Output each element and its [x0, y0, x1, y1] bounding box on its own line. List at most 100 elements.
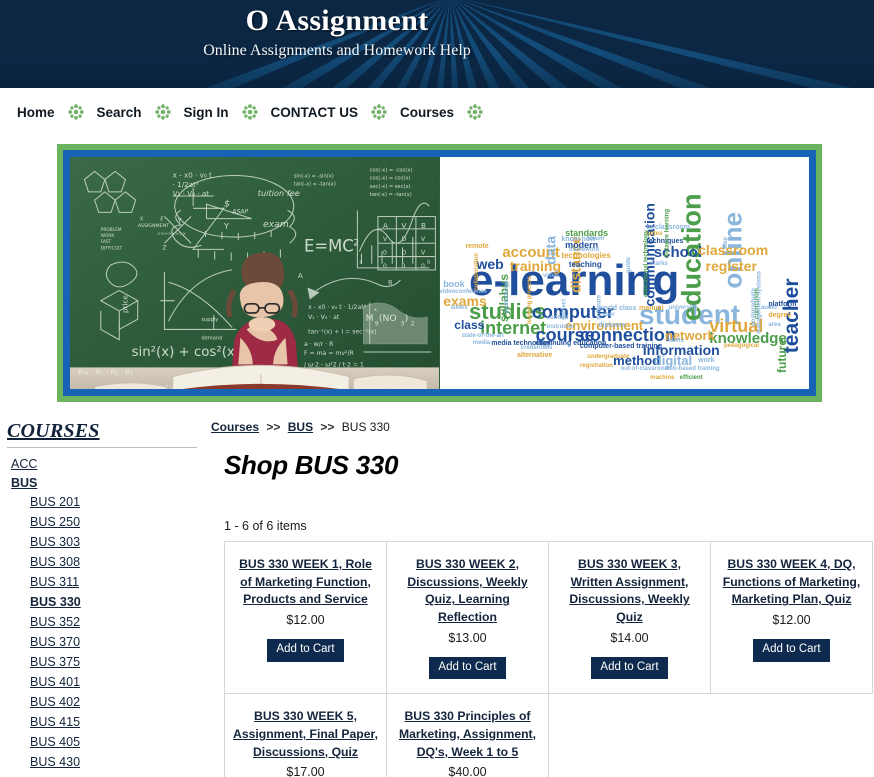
- add-to-cart-button[interactable]: Add to Cart: [429, 656, 506, 680]
- word-cloud-term: computer-based training: [579, 342, 662, 350]
- sidebar-item-bus-311[interactable]: BUS 311: [30, 575, 79, 589]
- svg-text:/ ω·2 - ω²2 / t·2 = 1: / ω·2 - ω²2 / t·2 = 1: [304, 361, 364, 368]
- add-to-cart-button[interactable]: Add to Cart: [267, 639, 344, 662]
- svg-text:R₁₄ · R₁ · R₂ · R₃ · · · ·: R₁₄ · R₁ · R₂ · R₃ · · · ·: [78, 368, 151, 377]
- breadcrumb-bus[interactable]: BUS: [288, 420, 313, 434]
- word-cloud-term: technology: [504, 280, 511, 313]
- word-cloud-term: audio: [760, 305, 777, 312]
- svg-text:cos(-x) = cos(x): cos(-x) = cos(x): [370, 176, 411, 182]
- sidebar-item-bus-405[interactable]: BUS 405: [30, 735, 80, 749]
- nav-item-contact-us[interactable]: CONTACT US: [262, 105, 368, 120]
- word-cloud-term: forum: [587, 235, 605, 242]
- breadcrumb-courses[interactable]: Courses: [211, 420, 259, 434]
- word-cloud-term: user: [602, 312, 615, 319]
- sidebar-item-bus-402[interactable]: BUS 402: [30, 695, 80, 709]
- product-grid: BUS 330 WEEK 1, Role of Marketing Functi…: [224, 541, 873, 777]
- flower-icon: [465, 102, 485, 122]
- courses-sidebar: COURSES ACC BUS BUS 201 BUS 250 BUS 303 BUS…: [0, 420, 205, 777]
- product-price: $17.00: [286, 765, 325, 777]
- svg-text:supply: supply: [201, 317, 218, 323]
- sidebar-title: COURSES: [7, 420, 100, 442]
- svg-text:±: ±: [374, 307, 377, 312]
- word-cloud-term: work: [698, 356, 715, 364]
- svg-text:O: O: [402, 250, 407, 257]
- svg-text:sin(-x) = -sin(x): sin(-x) = -sin(x): [294, 174, 334, 180]
- add-to-cart-button[interactable]: Add to Cart: [591, 656, 668, 680]
- add-to-cart-button[interactable]: Add to Cart: [753, 639, 830, 662]
- word-cloud-term: marks: [650, 261, 668, 268]
- svg-text:b: b: [427, 260, 430, 266]
- svg-text:Z: Z: [162, 244, 166, 251]
- svg-text:B: B: [421, 221, 426, 230]
- svg-text:tan⁻¹(x) + I = sec⁻¹(x): tan⁻¹(x) + I = sec⁻¹(x): [308, 329, 377, 336]
- sidebar-item-bus-352[interactable]: BUS 352: [30, 615, 80, 629]
- product-title-link[interactable]: BUS 330 WEEK 3, Written Assignment, Disc…: [557, 556, 702, 627]
- nav-item-sign-in[interactable]: Sign In: [175, 105, 238, 120]
- sidebar-category-acc[interactable]: ACC: [11, 457, 37, 471]
- word-cloud-term: machine: [650, 375, 675, 382]
- sidebar-item-bus-375[interactable]: BUS 375: [30, 655, 80, 669]
- sidebar-item-bus-370[interactable]: BUS 370: [30, 635, 80, 649]
- nav-item-home[interactable]: Home: [8, 105, 64, 120]
- hero-banner-inner-frame: x - x0 · v₀ t · 1/2at² V₁ · V₀ · at sin(…: [63, 150, 816, 396]
- word-cloud-term: remote: [465, 242, 489, 250]
- svg-text:0: 0: [402, 263, 406, 270]
- word-cloud-term: videoconference: [439, 289, 488, 296]
- word-cloud-term: learning process: [527, 276, 534, 325]
- svg-text:(NO: (NO: [379, 313, 397, 324]
- svg-text:sec(-x) = sec(x): sec(-x) = sec(x): [370, 184, 411, 190]
- product-title-link[interactable]: BUS 330 WEEK 2, Discussions, Weekly Quiz…: [395, 556, 540, 627]
- breadcrumb-current: BUS 330: [341, 420, 390, 434]
- word-cloud-term: register: [705, 258, 757, 275]
- svg-text:cos(-x) = -cos(x): cos(-x) = -cos(x): [370, 167, 413, 173]
- sidebar-item-bus-201[interactable]: BUS 201: [30, 495, 80, 509]
- svg-text:0: 0: [421, 263, 425, 270]
- sidebar-item-bus-430[interactable]: BUS 430: [30, 755, 80, 769]
- sidebar-item-bus-250[interactable]: BUS 250: [30, 515, 80, 529]
- word-cloud-term: undergraduate: [587, 354, 630, 361]
- product-cell: BUS 330 WEEK 2, Discussions, Weekly Quiz…: [387, 542, 549, 695]
- svg-text:Y: Y: [177, 218, 182, 225]
- sidebar-subcourse-list: BUS 201 BUS 250 BUS 303 BUS 308 BUS 311 BUS 3…: [5, 495, 205, 777]
- sidebar-item-bus-303[interactable]: BUS 303: [30, 535, 80, 549]
- nav-item-courses[interactable]: Courses: [391, 105, 463, 120]
- word-cloud-term: collaboration: [473, 252, 480, 291]
- product-price: $40.00: [448, 765, 487, 777]
- product-price: $13.00: [448, 630, 487, 645]
- site-header: O Assignment Online Assignments and Home…: [0, 0, 874, 88]
- svg-text:F = ma = mv²/R: F = ma = mv²/R: [304, 350, 355, 357]
- sidebar-item-bus-308[interactable]: BUS 308: [30, 555, 80, 569]
- sidebar-item-bus-330[interactable]: BUS 330: [30, 595, 81, 609]
- svg-text:tan(-x) = -tan(x): tan(-x) = -tan(x): [370, 192, 412, 198]
- product-title-link[interactable]: BUS 330 Principles of Marketing, Assignm…: [395, 708, 540, 761]
- product-title-link[interactable]: BUS 330 WEEK 5, Assignment, Final Paper,…: [233, 708, 378, 761]
- svg-text:V: V: [402, 221, 407, 230]
- svg-text:price: price: [120, 295, 129, 313]
- hero-banner-wrapper: x - x0 · v₀ t · 1/2at² V₁ · V₀ · at sin(…: [0, 136, 874, 402]
- word-cloud-term: data: [541, 235, 558, 265]
- svg-text:X: X: [140, 217, 144, 223]
- product-title-link[interactable]: BUS 330 WEEK 4, DQ, Functions of Marketi…: [719, 556, 864, 609]
- svg-text:Y: Y: [223, 221, 230, 231]
- word-cloud-term: content: [546, 314, 569, 321]
- product-cell: BUS 330 WEEK 3, Written Assignment, Disc…: [549, 542, 711, 695]
- hero-banner: x - x0 · v₀ t · 1/2at² V₁ · V₀ · at sin(…: [57, 144, 822, 402]
- page-body: COURSES ACC BUS BUS 201 BUS 250 BUS 303 BUS…: [0, 402, 874, 777]
- hero-banner-content: x - x0 · v₀ t · 1/2at² V₁ · V₀ · at sin(…: [70, 157, 809, 389]
- svg-text:demand: demand: [201, 336, 222, 342]
- product-cell: BUS 330 WEEK 5, Assignment, Final Paper,…: [225, 694, 387, 777]
- svg-text:DIFFICULT: DIFFICULT: [101, 245, 123, 251]
- word-cloud-term: instructor: [546, 324, 575, 331]
- word-cloud-term: web: [476, 255, 504, 272]
- sidebar-item-bus-415[interactable]: BUS 415: [30, 715, 80, 729]
- svg-text:): ): [405, 313, 409, 324]
- svg-text:a: a: [359, 260, 362, 266]
- svg-text:a · w/r · R: a · w/r · R: [304, 341, 334, 348]
- sidebar-category-bus[interactable]: BUS: [11, 476, 37, 490]
- svg-text:tan(-x) = -tan(x): tan(-x) = -tan(x): [294, 182, 336, 188]
- nav-item-search[interactable]: Search: [88, 105, 151, 120]
- sidebar-item-bus-401[interactable]: BUS 401: [30, 675, 80, 689]
- product-title-link[interactable]: BUS 330 WEEK 1, Role of Marketing Functi…: [233, 556, 378, 609]
- word-cloud-term: book: [443, 278, 465, 289]
- svg-text:>>>>>>>>: >>>>>>>>: [157, 231, 186, 237]
